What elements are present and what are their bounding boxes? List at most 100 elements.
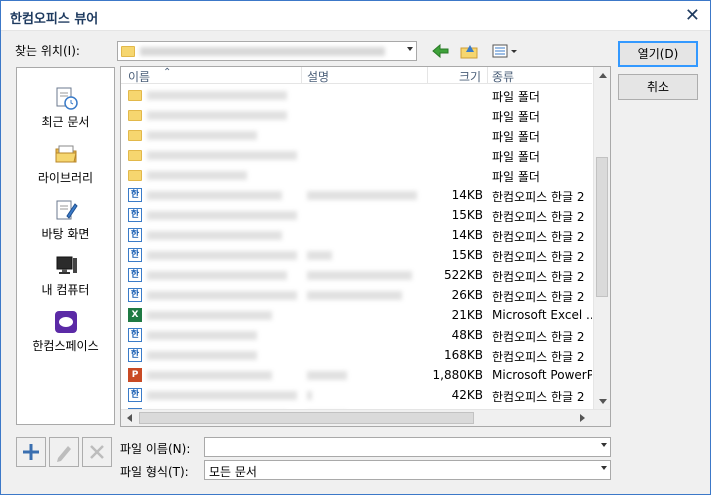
file-size: 14KB xyxy=(451,188,483,202)
filetype-label: 파일 형식(T): xyxy=(120,465,189,479)
excel-file-icon: X xyxy=(128,308,142,322)
powerpoint-file-icon: P xyxy=(128,368,142,382)
file-desc-redacted xyxy=(307,191,417,200)
file-type: Microsoft PowerP xyxy=(492,368,592,382)
place-label: 라이브러리 xyxy=(37,171,94,185)
filetype-value: 모든 문서 xyxy=(209,465,257,479)
column-header-type[interactable]: 종류 xyxy=(492,68,514,85)
file-size: 522KB xyxy=(443,268,483,282)
file-row[interactable]: 파일 폴더 xyxy=(121,125,592,145)
column-header-name[interactable]: 이름 xyxy=(128,68,150,85)
file-desc-redacted xyxy=(307,251,332,260)
hancom-space-icon xyxy=(55,311,77,333)
file-name-redacted xyxy=(147,351,257,360)
hwp-file-icon: 한 xyxy=(128,268,142,282)
filename-input[interactable] xyxy=(204,437,611,457)
file-name-redacted xyxy=(147,291,297,300)
chevron-down-icon xyxy=(601,443,607,447)
file-row[interactable]: 한 42KB 한컴오피스 한글 2 xyxy=(121,385,592,405)
file-type: 한컴오피스 한글 2 xyxy=(492,190,585,204)
folder-icon xyxy=(128,170,142,181)
file-row[interactable]: X 21KB Microsoft Excel ... xyxy=(121,305,592,325)
file-name-redacted xyxy=(147,131,257,140)
file-size: 21KB xyxy=(451,308,483,322)
file-type: 한컴오피스 한글 2 xyxy=(492,390,585,404)
scroll-thumb[interactable] xyxy=(596,157,608,297)
file-size: 48KB xyxy=(451,328,483,342)
library-folder-icon xyxy=(55,145,77,163)
file-row[interactable]: 파일 폴더 xyxy=(121,85,592,105)
place-hancom-space[interactable]: 한컴스페이스 xyxy=(17,310,114,362)
hwp-file-icon: 한 xyxy=(128,348,142,362)
file-row[interactable]: 파일 폴더 xyxy=(121,165,592,185)
view-list-icon xyxy=(492,44,517,58)
hwp-file-icon: 한 xyxy=(128,388,142,402)
file-type: 한컴오피스 한글 2 xyxy=(492,230,585,244)
edit-place-button[interactable] xyxy=(49,437,79,467)
scroll-left-icon xyxy=(127,414,132,422)
file-name-redacted xyxy=(147,311,272,320)
hwp-file-icon: 한 xyxy=(128,328,142,342)
file-row[interactable]: 한 168KB 한컴오피스 한글 2 xyxy=(121,345,592,365)
file-row[interactable]: P 1,880KB Microsoft PowerP xyxy=(121,365,592,385)
up-folder-button[interactable] xyxy=(457,40,481,62)
file-type: 파일 폴더 xyxy=(492,150,540,164)
file-row[interactable]: 파일 폴더 xyxy=(121,145,592,165)
file-row[interactable]: 한 26KB 한컴오피스 한글 2 xyxy=(121,285,592,305)
back-button[interactable] xyxy=(429,40,453,62)
filetype-select[interactable]: 모든 문서 xyxy=(204,460,611,480)
back-arrow-icon xyxy=(432,43,449,59)
add-place-button[interactable] xyxy=(16,437,46,467)
horizontal-scrollbar[interactable] xyxy=(121,409,610,426)
file-name-redacted xyxy=(147,111,287,120)
place-desktop[interactable]: 바탕 화면 xyxy=(17,198,114,250)
hwp-file-icon: 한 xyxy=(128,188,142,202)
place-label: 내 컴퓨터 xyxy=(41,283,90,297)
open-button[interactable]: 열기(D) xyxy=(618,41,698,67)
scroll-down-icon xyxy=(599,399,607,404)
close-icon[interactable]: ✕ xyxy=(685,5,700,26)
file-desc-redacted xyxy=(307,291,402,300)
chevron-down-icon xyxy=(407,47,413,51)
file-name-redacted xyxy=(147,151,297,160)
file-type: 파일 폴더 xyxy=(492,110,540,124)
view-menu-button[interactable] xyxy=(489,40,521,62)
place-library[interactable]: 라이브러리 xyxy=(17,142,114,194)
file-row[interactable]: 한 522KB 한컴오피스 한글 2 xyxy=(121,265,592,285)
column-header-size[interactable]: 크기 xyxy=(459,68,481,85)
remove-icon xyxy=(90,445,104,459)
file-open-dialog: 한컴오피스 뷰어 ✕ 찾는 위치(I): 최근 문서 라이브러리 바탕 화면 내… xyxy=(0,0,711,495)
file-row[interactable]: 한 14KB 한컴오피스 한글 2 xyxy=(121,225,592,245)
file-desc-redacted xyxy=(307,271,412,280)
pencil-icon xyxy=(57,446,71,462)
place-recent-docs[interactable]: 최근 문서 xyxy=(17,86,114,138)
hwp-file-icon: 한 xyxy=(128,228,142,242)
file-row[interactable]: 한 14KB 한컴오피스 한글 2 xyxy=(121,185,592,205)
file-name-redacted xyxy=(147,211,297,220)
file-row[interactable]: 한 48KB 한컴오피스 한글 2 xyxy=(121,325,592,345)
file-size: 1,880KB xyxy=(432,368,483,382)
place-computer[interactable]: 내 컴퓨터 xyxy=(17,254,114,306)
file-type: 한컴오피스 한글 2 xyxy=(492,250,585,264)
scroll-thumb[interactable] xyxy=(139,412,474,424)
look-in-combo[interactable] xyxy=(117,41,417,61)
file-name-redacted xyxy=(147,251,297,260)
file-row[interactable]: 한 15KB 한컴오피스 한글 2 xyxy=(121,205,592,225)
window-title: 한컴오피스 뷰어 xyxy=(10,12,99,27)
delete-place-button[interactable] xyxy=(82,437,112,467)
file-type: 한컴오피스 한글 2 xyxy=(492,290,585,304)
file-list[interactable]: 이름 ⌃ 설명 크기 종류 파일 폴더 파일 폴더 파일 폴더 파일 폴더 파일 폴더 한… xyxy=(120,66,611,427)
vertical-scrollbar[interactable] xyxy=(593,67,610,411)
recent-docs-icon xyxy=(56,87,78,110)
list-header: 이름 ⌃ 설명 크기 종류 xyxy=(121,67,592,84)
column-header-desc[interactable]: 설명 xyxy=(307,68,329,85)
cancel-button[interactable]: 취소 xyxy=(618,74,698,100)
file-name-redacted xyxy=(147,171,247,180)
file-row[interactable]: 파일 폴더 xyxy=(121,105,592,125)
folder-icon xyxy=(121,46,135,57)
file-type: 파일 폴더 xyxy=(492,90,540,104)
file-name-redacted xyxy=(147,331,257,340)
file-row[interactable]: 한 15KB 한컴오피스 한글 2 xyxy=(121,245,592,265)
computer-icon xyxy=(56,256,77,274)
hwp-file-icon: 한 xyxy=(128,288,142,302)
